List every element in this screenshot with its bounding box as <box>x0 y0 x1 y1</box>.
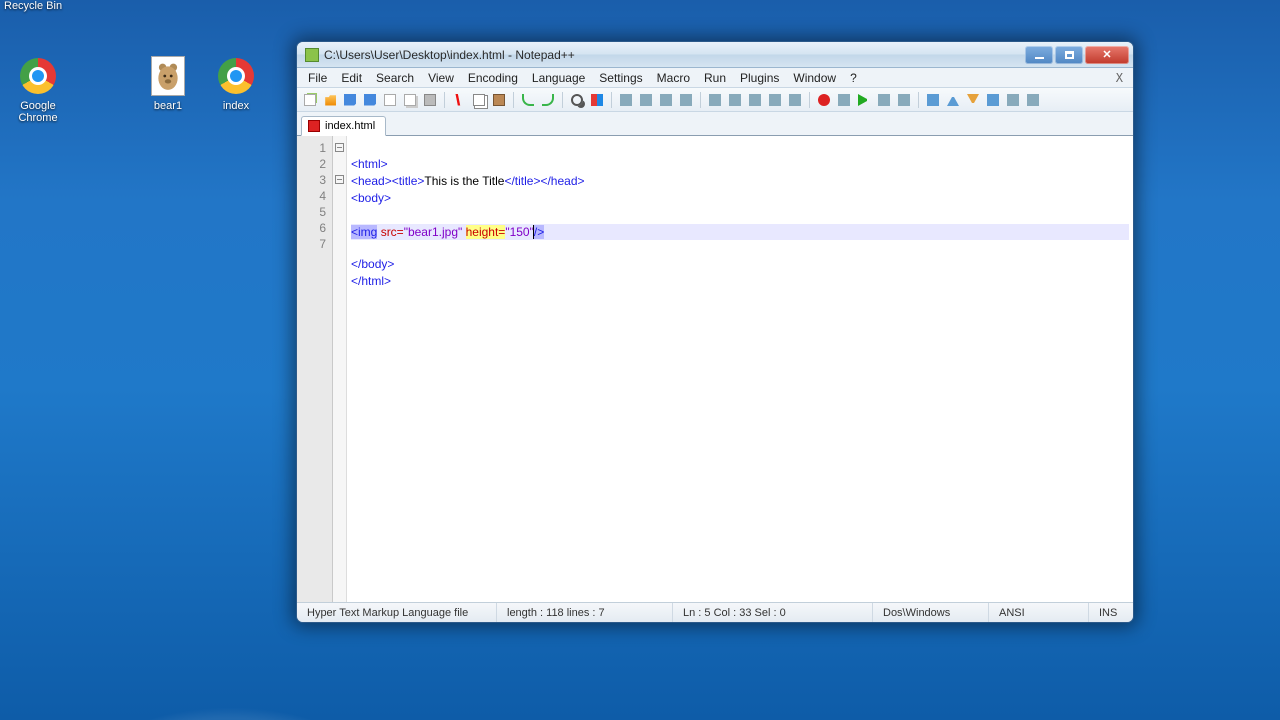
toolbar-separator <box>809 92 810 108</box>
user-lang-button[interactable] <box>766 91 784 109</box>
toolbar-separator <box>700 92 701 108</box>
cut-button[interactable] <box>450 91 468 109</box>
toolbar-misc-6[interactable] <box>1024 91 1042 109</box>
undo-button[interactable] <box>519 91 537 109</box>
status-file-type: Hyper Text Markup Language file <box>297 603 497 622</box>
toolbar-separator <box>444 92 445 108</box>
tab-label: index.html <box>325 120 375 132</box>
minimize-button[interactable] <box>1025 46 1053 64</box>
desktop-icon-label: bear1 <box>130 100 206 112</box>
redo-button[interactable] <box>539 91 557 109</box>
status-eol: Dos\Windows <box>873 603 989 622</box>
macro-play-button[interactable] <box>855 91 873 109</box>
menu-macro[interactable]: Macro <box>650 69 697 87</box>
toolbar-separator <box>562 92 563 108</box>
fold-toggle-icon[interactable] <box>335 143 344 152</box>
document-tabstrip: index.html <box>297 112 1133 136</box>
document-tab-index[interactable]: index.html <box>301 116 386 136</box>
code-area[interactable]: <html> <head><title>This is the Title</t… <box>347 136 1133 602</box>
image-file-icon <box>148 56 188 96</box>
code-editor[interactable]: 1 2 3 4 5 6 7 <html> <head><title>This i… <box>297 136 1133 602</box>
sync-h-button[interactable] <box>677 91 695 109</box>
menu-file[interactable]: File <box>301 69 334 87</box>
status-encoding: ANSI <box>989 603 1089 622</box>
unsaved-file-icon <box>308 120 320 132</box>
toolbar-misc-1[interactable] <box>924 91 942 109</box>
menu-encoding[interactable]: Encoding <box>461 69 525 87</box>
menu-run[interactable]: Run <box>697 69 733 87</box>
toolbar-separator <box>611 92 612 108</box>
menu-search[interactable]: Search <box>369 69 421 87</box>
chrome-icon <box>216 56 256 96</box>
wordwrap-button[interactable] <box>706 91 724 109</box>
toolbar-separator <box>513 92 514 108</box>
fold-gutter <box>333 136 347 602</box>
close-file-button[interactable] <box>381 91 399 109</box>
menu-plugins[interactable]: Plugins <box>733 69 786 87</box>
macro-save-button[interactable] <box>895 91 913 109</box>
titlebar[interactable]: C:\Users\User\Desktop\index.html - Notep… <box>297 42 1133 68</box>
macro-multi-button[interactable] <box>875 91 893 109</box>
macro-record-button[interactable] <box>815 91 833 109</box>
find-button[interactable] <box>568 91 586 109</box>
toolbar-misc-2[interactable] <box>944 91 962 109</box>
chrome-icon <box>18 56 58 96</box>
menu-language[interactable]: Language <box>525 69 592 87</box>
menu-view[interactable]: View <box>421 69 461 87</box>
status-insert-mode[interactable]: INS <box>1089 603 1133 622</box>
desktop-icon-index[interactable]: index <box>198 56 274 112</box>
status-length-lines: length : 118 lines : 7 <box>497 603 673 622</box>
sync-v-button[interactable] <box>657 91 675 109</box>
notepadpp-icon <box>305 48 319 62</box>
close-button[interactable] <box>1085 46 1129 64</box>
indent-guide-button[interactable] <box>746 91 764 109</box>
desktop-icon-google-chrome[interactable]: Google Chrome <box>0 56 76 124</box>
menu-help[interactable]: ? <box>843 69 864 87</box>
copy-button[interactable] <box>470 91 488 109</box>
toolbar-misc-4[interactable] <box>984 91 1002 109</box>
desktop-icon-recycle-bin[interactable]: Recycle Bin <box>4 0 62 12</box>
menu-settings[interactable]: Settings <box>592 69 649 87</box>
show-all-chars-button[interactable] <box>726 91 744 109</box>
toolbar-misc-5[interactable] <box>1004 91 1022 109</box>
fold-toggle-icon[interactable] <box>335 175 344 184</box>
menubar: File Edit Search View Encoding Language … <box>297 68 1133 88</box>
toolbar <box>297 88 1133 112</box>
macro-stop-button[interactable] <box>835 91 853 109</box>
new-file-button[interactable] <box>301 91 319 109</box>
toolbar-misc-3[interactable] <box>964 91 982 109</box>
zoom-out-button[interactable] <box>637 91 655 109</box>
close-all-button[interactable] <box>401 91 419 109</box>
toolbar-separator <box>918 92 919 108</box>
save-all-button[interactable] <box>361 91 379 109</box>
maximize-button[interactable] <box>1055 46 1083 64</box>
window-title: C:\Users\User\Desktop\index.html - Notep… <box>324 48 1025 62</box>
save-button[interactable] <box>341 91 359 109</box>
replace-button[interactable] <box>588 91 606 109</box>
doc-map-button[interactable] <box>786 91 804 109</box>
desktop-icon-bear1[interactable]: bear1 <box>130 56 206 112</box>
line-number-gutter: 1 2 3 4 5 6 7 <box>297 136 333 602</box>
print-button[interactable] <box>421 91 439 109</box>
desktop-icon-label: index <box>198 100 274 112</box>
statusbar: Hyper Text Markup Language file length :… <box>297 602 1133 622</box>
status-caret-position: Ln : 5 Col : 33 Sel : 0 <box>673 603 873 622</box>
menu-edit[interactable]: Edit <box>334 69 369 87</box>
menu-window[interactable]: Window <box>786 69 843 87</box>
desktop-icon-label: Google Chrome <box>0 100 76 124</box>
paste-button[interactable] <box>490 91 508 109</box>
document-close-button[interactable]: X <box>1110 71 1129 85</box>
zoom-in-button[interactable] <box>617 91 635 109</box>
windows-desktop: Recycle Bin Google Chrome bear1 index C:… <box>0 0 1280 720</box>
notepadpp-window: C:\Users\User\Desktop\index.html - Notep… <box>296 41 1134 623</box>
open-file-button[interactable] <box>321 91 339 109</box>
